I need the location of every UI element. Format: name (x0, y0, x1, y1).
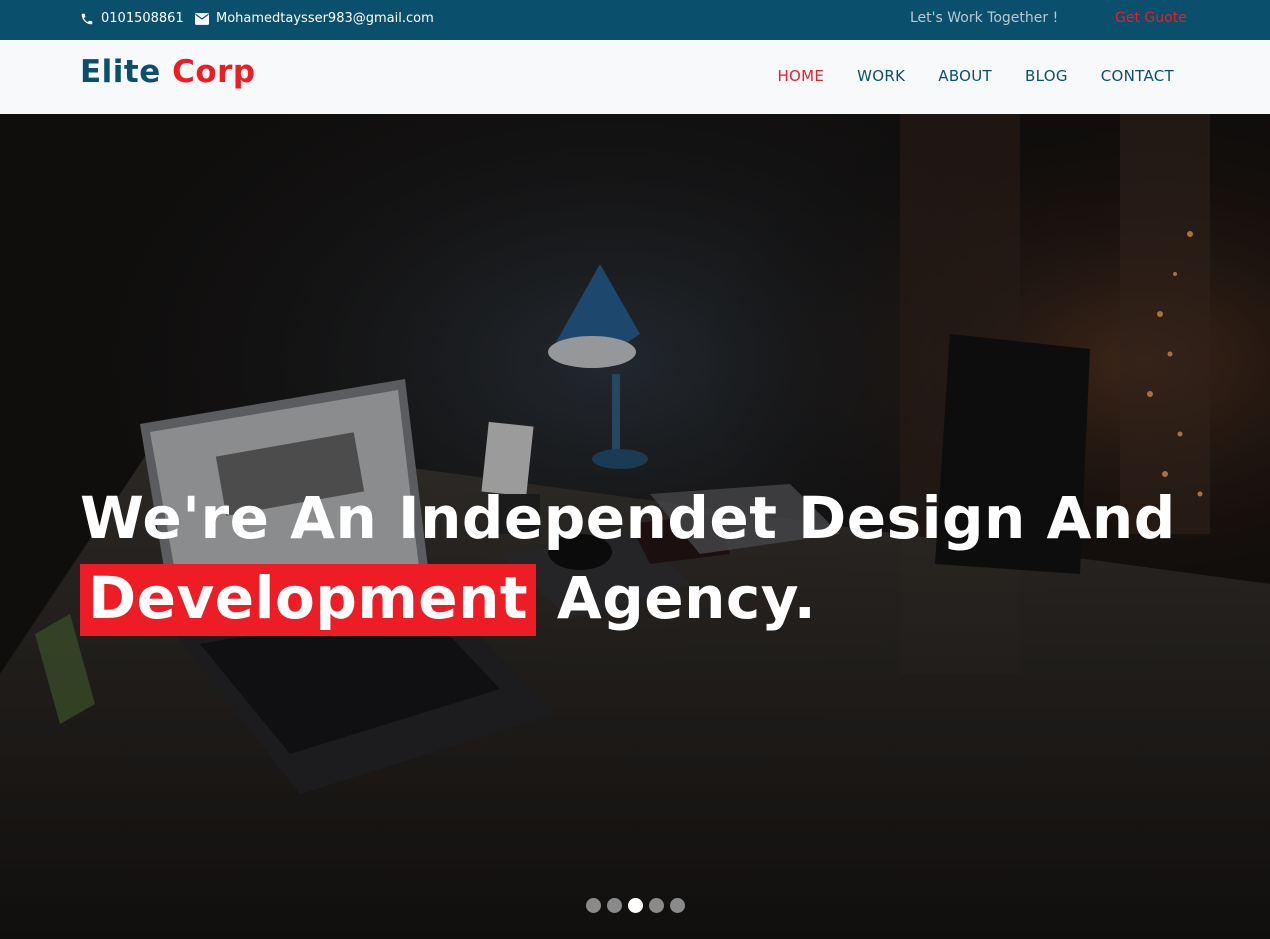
hero-headline-rest: Agency. (536, 563, 817, 632)
tagline: Let's Work Together ! (910, 10, 1059, 26)
email-address: Mohamedtaysser983@gmail.com (216, 11, 434, 26)
slide-dot-1[interactable] (586, 898, 601, 913)
slide-dot-4[interactable] (649, 898, 664, 913)
brand-name-primary: Elite (80, 54, 161, 90)
phone-icon (80, 12, 94, 26)
brand-name-secondary: Corp (172, 54, 256, 90)
hero-headline: We're An Independet Design And Developme… (80, 483, 1176, 636)
hero-headline-line2: Development Agency. (80, 563, 1176, 636)
phone-number: 0101508861 (101, 11, 184, 26)
slide-dot-3[interactable] (628, 898, 643, 913)
nav-item-blog[interactable]: BLOG (1025, 67, 1068, 85)
slider-indicators (586, 898, 685, 913)
brand-logo[interactable]: Elite Corp (80, 54, 256, 90)
hero-highlight: Development (80, 563, 537, 636)
envelope-icon (195, 12, 209, 25)
hero-slider: We're An Independet Design And Developme… (0, 114, 1270, 939)
main-nav: HOME WORK ABOUT BLOG CONTACT (777, 67, 1174, 85)
nav-item-work[interactable]: WORK (857, 67, 905, 85)
navbar: Elite Corp HOME WORK ABOUT BLOG CONTACT (0, 40, 1270, 114)
nav-item-contact[interactable]: CONTACT (1101, 67, 1174, 85)
top-bar: 0101508861 Mohamedtaysser983@gmail.com L… (0, 0, 1270, 40)
nav-item-about[interactable]: ABOUT (938, 67, 992, 85)
slide-dot-5[interactable] (670, 898, 685, 913)
nav-item-home[interactable]: HOME (777, 67, 824, 85)
slide-dot-2[interactable] (607, 898, 622, 913)
hero-headline-line1: We're An Independet Design And (80, 483, 1176, 552)
get-quote-link[interactable]: Get Guote (1115, 10, 1187, 26)
email-contact[interactable]: Mohamedtaysser983@gmail.com (195, 11, 434, 26)
phone-contact[interactable]: 0101508861 (80, 11, 184, 26)
